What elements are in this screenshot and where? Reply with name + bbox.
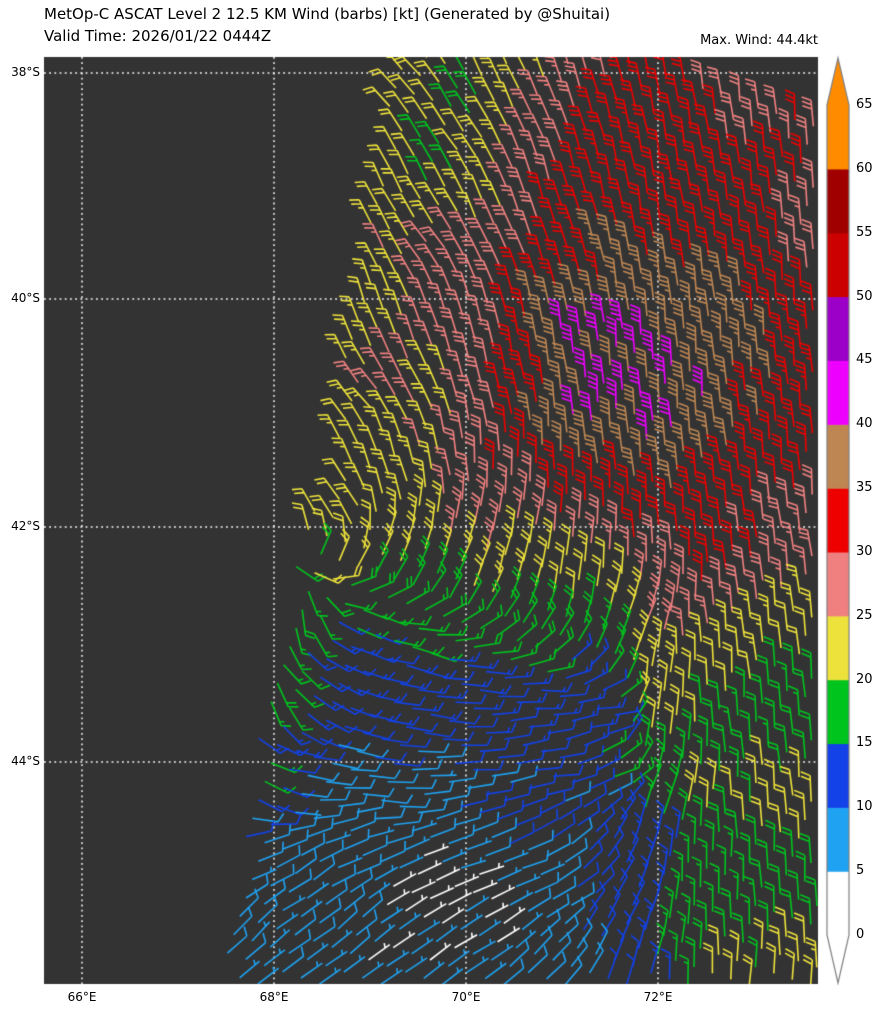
colorbar-tick-label: 55: [856, 225, 873, 240]
colorbar-tick-label: 15: [856, 735, 873, 750]
colorbar-tick-label: 35: [856, 480, 873, 495]
lat-tick-label: 38°S: [0, 65, 40, 79]
colorbar-tick-label: 25: [856, 608, 873, 623]
chart-valid-time: Valid Time: 2026/01/22 0444Z: [44, 27, 271, 45]
colorbar-tick-label: 30: [856, 544, 873, 559]
colorbar-tick-label: 45: [856, 352, 873, 367]
lon-tick-label: 70°E: [442, 990, 490, 1004]
lon-tick-label: 66°E: [58, 990, 106, 1004]
max-wind-label: Max. Wind: 44.4kt: [700, 33, 818, 48]
colorbar-tick-label: 20: [856, 672, 873, 687]
lon-tick-label: 68°E: [250, 990, 298, 1004]
lat-tick-label: 40°S: [0, 291, 40, 305]
colorbar-tick-label: 0: [856, 927, 864, 942]
colorbar-tick-label: 5: [856, 863, 864, 878]
ascat-wind-chart: MetOp-C ASCAT Level 2 12.5 KM Wind (barb…: [0, 0, 884, 1014]
lat-tick-label: 42°S: [0, 519, 40, 533]
colorbar-tick-label: 40: [856, 416, 873, 431]
chart-title: MetOp-C ASCAT Level 2 12.5 KM Wind (barb…: [44, 5, 610, 23]
lon-tick-label: 72°E: [634, 990, 682, 1004]
colorbar-tick-label: 60: [856, 161, 873, 176]
lat-tick-label: 44°S: [0, 754, 40, 768]
colorbar-tick-label: 50: [856, 289, 873, 304]
wind-barb-map-canvas: [0, 0, 884, 1014]
colorbar-tick-label: 10: [856, 799, 873, 814]
colorbar-tick-label: 65: [856, 97, 873, 112]
